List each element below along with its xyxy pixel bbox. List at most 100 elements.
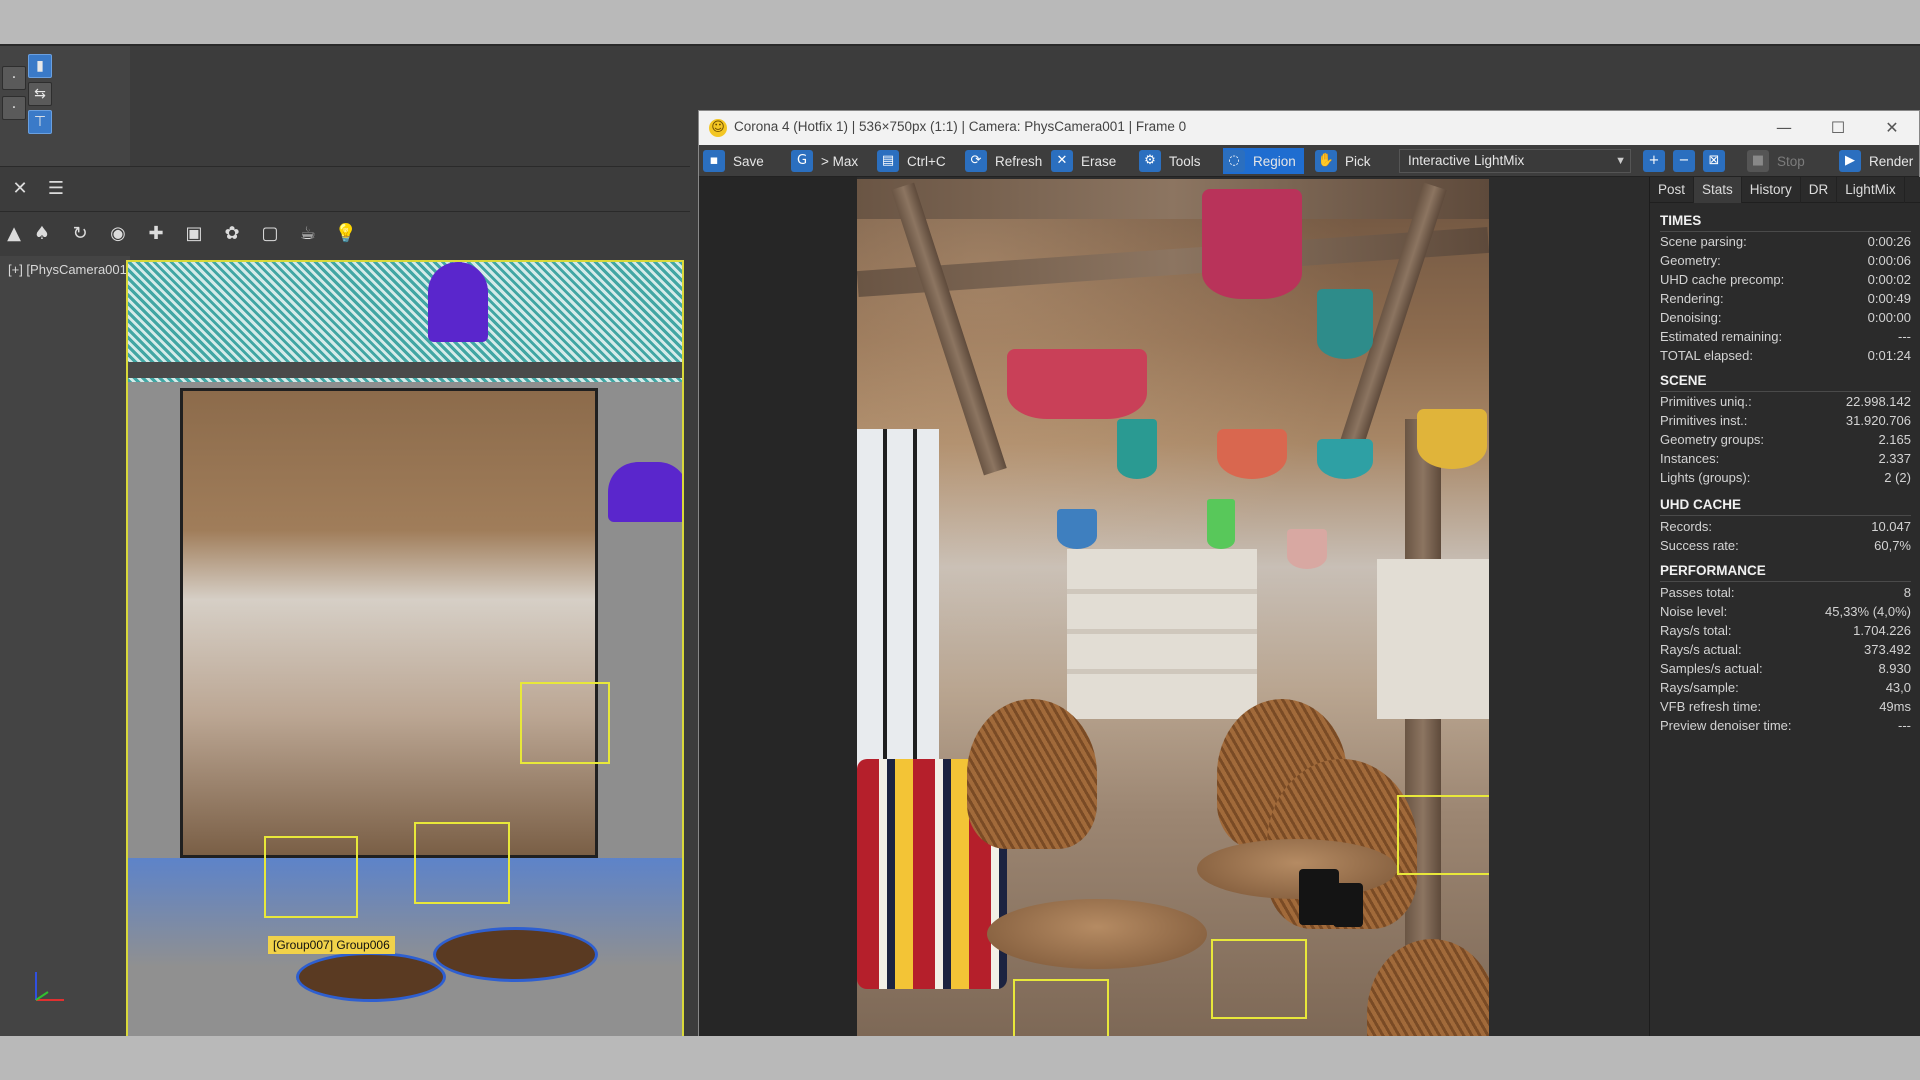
stat-key: VFB refresh time: — [1660, 699, 1762, 714]
tab-lightmix[interactable]: LightMix — [1837, 177, 1905, 203]
stat-row: UHD cache precomp: 0:00:02 — [1660, 272, 1911, 291]
particles-icon[interactable]: ✿ — [218, 220, 246, 248]
render-frame-icon[interactable]: ▣ — [180, 220, 208, 248]
stat-key: Primitives uniq.: — [1660, 394, 1752, 409]
stat-value: 22.998.142 — [1845, 394, 1911, 409]
shelf — [1067, 629, 1257, 634]
vfb-side-panel: Post Stats History DR LightMix TIMES Sce… — [1649, 177, 1920, 1061]
sphere-icon[interactable]: ◉ — [104, 220, 132, 248]
viewport-icon[interactable]: ▢ — [256, 220, 284, 248]
refresh-button[interactable]: ⟳ Refresh — [965, 148, 1042, 174]
zoom-fit-button[interactable]: ⊠ — [1703, 148, 1733, 174]
stat-key: Estimated remaining: — [1660, 329, 1783, 344]
panel2-icon[interactable]: · — [2, 96, 26, 120]
stop-button[interactable]: ■ Stop — [1747, 148, 1805, 174]
stat-value: 1.704.226 — [1853, 623, 1911, 638]
pendant-shade — [1057, 509, 1097, 549]
close-button[interactable]: ✕ — [1865, 111, 1919, 145]
shelf-unit — [1377, 559, 1489, 719]
lightmix-dropdown-value: Interactive LightMix — [1408, 153, 1525, 168]
to-max-button[interactable]: G > Max — [791, 148, 858, 174]
stat-key: Samples/s actual: — [1660, 661, 1763, 676]
rotate-icon[interactable]: ↻ — [66, 220, 94, 248]
stat-row: Passes total: 8 — [1660, 585, 1911, 604]
stat-row: Noise level: 45,33% (4,0%) — [1660, 604, 1911, 623]
stat-row: Estimated remaining: --- — [1660, 329, 1911, 348]
stat-row: Rays/s actual: 373.492 — [1660, 642, 1911, 661]
light-icon[interactable]: 💡 — [332, 220, 360, 248]
layer-glyph-icon: ▮ — [36, 58, 44, 74]
zoom-out-button[interactable]: − — [1673, 148, 1703, 174]
region-box[interactable] — [1211, 939, 1307, 1019]
round-table — [1197, 839, 1397, 899]
stop-icon: ■ — [1747, 150, 1769, 172]
pendant-shade — [1417, 409, 1487, 469]
save-label: Save — [733, 153, 764, 169]
lightmix-dropdown[interactable]: Interactive LightMix ▼ — [1399, 149, 1631, 173]
panel2-glyph-icon: · — [11, 100, 17, 116]
command-panel-toolbar: ▲ ♠ ↻ ◉ ✚ ▣ ✿ ▢ ☕ 💡 — [0, 212, 690, 256]
select-icon[interactable]: ▲ — [0, 220, 28, 248]
stat-row: Preview denoiser time: --- — [1660, 718, 1911, 737]
region-box[interactable] — [1397, 795, 1489, 875]
tab-stats[interactable]: Stats — [1694, 177, 1742, 203]
side-tabs: Post Stats History DR LightMix — [1650, 177, 1920, 203]
pendant-shade — [1317, 289, 1373, 359]
stat-key: Passes total: — [1660, 585, 1735, 600]
move-icon[interactable]: ✚ — [142, 220, 170, 248]
screen: ▮ · ⇆ · ⊤ ✕ ☰ ▲ ♠ ↻ ◉ ✚ ▣ ✿ ▢ ☕ 💡 [+] [P… — [0, 0, 1920, 1080]
shapes-icon[interactable]: ♠ — [28, 220, 56, 248]
gear-icon: ⚙ — [1139, 150, 1161, 172]
corona-vfb-window: ☺ Corona 4 (Hotfix 1) | 536×750px (1:1) … — [698, 110, 1920, 1080]
stat-key: Preview denoiser time: — [1660, 718, 1792, 733]
panel-icon[interactable]: · — [2, 66, 26, 90]
pendant-lamp — [428, 262, 488, 342]
list-icon[interactable]: ☰ — [42, 175, 70, 203]
pendant-shade — [1287, 529, 1327, 569]
stat-value: 0:00:49 — [1867, 291, 1911, 306]
stat-value: 43,0 — [1885, 680, 1911, 695]
save-button[interactable]: ▪ Save — [703, 148, 764, 174]
tools-button[interactable]: ⚙ Tools — [1139, 148, 1201, 174]
region-label: Region — [1253, 153, 1296, 169]
tab-history[interactable]: History — [1742, 177, 1801, 203]
tab-dr[interactable]: DR — [1801, 177, 1838, 203]
stat-row: Rays/sample: 43,0 — [1660, 680, 1911, 699]
region-button[interactable]: ◌ Region — [1223, 148, 1304, 174]
copy-button[interactable]: ▤ Ctrl+C — [877, 148, 946, 174]
perspective-viewport[interactable]: [Group007] Group006 — [126, 260, 684, 1038]
render-image[interactable] — [857, 179, 1489, 1061]
shelf — [1067, 669, 1257, 674]
section-performance-header: PERFORMANCE — [1660, 563, 1766, 578]
tab-post[interactable]: Post — [1650, 177, 1695, 203]
wrench-icon[interactable]: ✕ — [6, 175, 34, 203]
stat-value: 0:00:06 — [1867, 253, 1911, 268]
erase-button[interactable]: ✕ Erase — [1051, 148, 1116, 174]
stat-row: Denoising: 0:00:00 — [1660, 310, 1911, 329]
vfb-titlebar[interactable]: ☺ Corona 4 (Hotfix 1) | 536×750px (1:1) … — [699, 111, 1919, 145]
hierarchy-icon[interactable]: ⊤ — [28, 110, 52, 134]
zoom-out-icon: − — [1673, 150, 1695, 172]
pick-button[interactable]: ✋ Pick — [1315, 148, 1371, 174]
link-icon[interactable]: ⇆ — [28, 82, 52, 106]
render-button[interactable]: ▶ Render — [1839, 148, 1913, 174]
render-label: Render — [1869, 153, 1914, 169]
axis-gizmo — [35, 972, 64, 1001]
teapot-icon[interactable]: ☕ — [294, 220, 322, 248]
pendant-shade — [1202, 189, 1302, 299]
minimize-button[interactable]: — — [1757, 111, 1811, 145]
beam — [128, 362, 682, 378]
selection-box — [520, 682, 610, 764]
shelf — [1067, 589, 1257, 594]
section-uhd-header: UHD CACHE — [1660, 497, 1741, 512]
vfb-empty-area — [699, 177, 857, 1061]
ceiling-beam — [857, 179, 1489, 219]
maximize-button[interactable]: ☐ — [1811, 111, 1865, 145]
stat-key: Primitives inst.: — [1660, 413, 1748, 428]
copy-label: Ctrl+C — [907, 153, 946, 169]
stat-row: TOTAL elapsed: 0:01:24 — [1660, 348, 1911, 367]
stat-key: Lights (groups): — [1660, 470, 1751, 485]
zoom-in-button[interactable]: + — [1643, 148, 1673, 174]
layer-icon[interactable]: ▮ — [28, 54, 52, 78]
stat-row: Primitives uniq.: 22.998.142 — [1660, 394, 1911, 413]
